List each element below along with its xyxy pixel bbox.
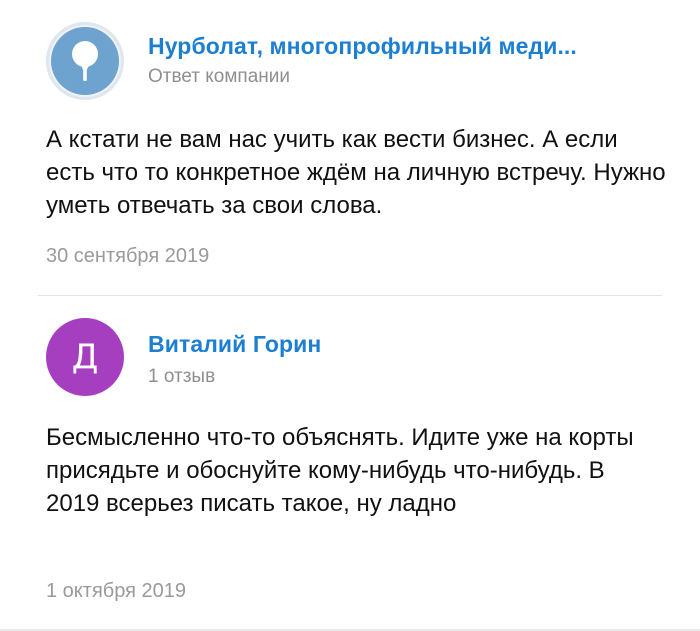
user-name-link[interactable]: Виталий Горин	[148, 331, 321, 358]
user-avatar[interactable]: Д	[46, 318, 124, 396]
user-review-date: 1 октября 2019	[46, 580, 186, 602]
company-avatar-inner	[51, 27, 119, 95]
company-reply-text: А кстати не вам нас учить как вести бизн…	[46, 126, 666, 219]
company-name-link[interactable]: Нурболат, многопрофильный меди...	[148, 33, 577, 60]
user-review-text: Бесмысленно что-то объяснять. Идите уже …	[46, 424, 634, 517]
review-divider	[38, 295, 662, 296]
user-review-count[interactable]: 1 отзыв	[148, 366, 215, 388]
reviews-page: Нурболат, многопрофильный меди... Ответ …	[0, 0, 700, 631]
company-avatar[interactable]	[46, 22, 124, 100]
location-pin-icon	[72, 41, 98, 81]
company-reply-date: 30 сентября 2019	[46, 245, 210, 267]
user-avatar-letter: Д	[71, 337, 99, 377]
company-reply-label: Ответ компании	[148, 66, 291, 87]
